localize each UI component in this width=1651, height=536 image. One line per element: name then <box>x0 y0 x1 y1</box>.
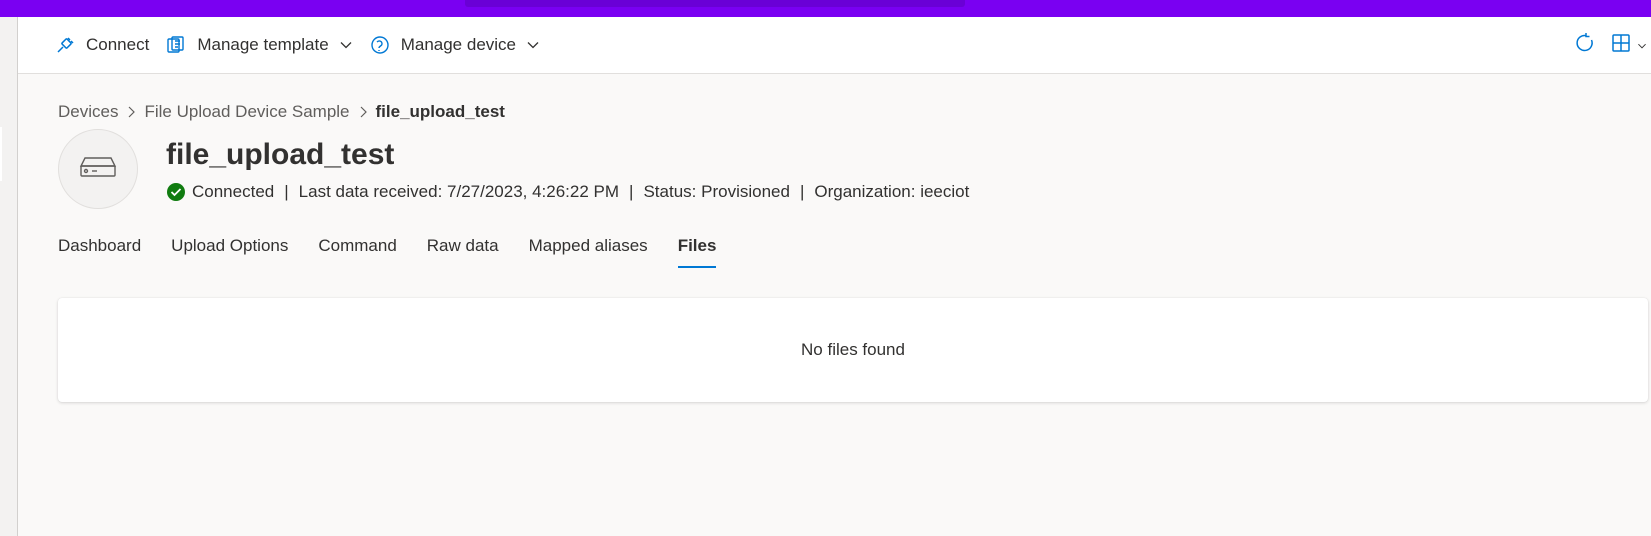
plug-icon <box>54 34 76 56</box>
template-icon <box>165 34 187 56</box>
device-icon <box>79 156 117 183</box>
manage-template-label: Manage template <box>197 35 329 54</box>
chevron-right-icon <box>358 105 368 119</box>
manage-device-button[interactable]: Manage device <box>361 27 548 63</box>
last-data-received: Last data received: 7/27/2023, 4:26:22 P… <box>298 182 620 201</box>
rail-selection-marker <box>0 127 2 181</box>
tab-upload-options[interactable]: Upload Options <box>171 226 288 266</box>
manage-template-button[interactable]: Manage template <box>157 27 360 63</box>
tab-raw-data[interactable]: Raw data <box>427 226 499 266</box>
separator: | <box>629 182 634 201</box>
separator: | <box>284 182 289 201</box>
breadcrumb-current: file_upload_test <box>375 102 505 121</box>
device-tabs: Dashboard Upload Options Command Raw dat… <box>58 226 746 268</box>
tab-mapped-aliases[interactable]: Mapped aliases <box>529 226 648 266</box>
page-title: file_upload_test <box>166 138 395 171</box>
chevron-down-icon <box>526 38 540 52</box>
refresh-icon <box>1574 32 1596 59</box>
organization: Organization: ieeciot <box>814 182 970 201</box>
check-circle-icon <box>166 182 186 202</box>
manage-device-label: Manage device <box>400 35 517 54</box>
refresh-button[interactable] <box>1563 28 1607 64</box>
command-bar-right <box>1563 17 1651 74</box>
top-bar-search-region[interactable] <box>465 0 965 7</box>
provisioning-status: Status: Provisioned <box>643 182 790 201</box>
tab-dashboard[interactable]: Dashboard <box>58 226 141 266</box>
files-panel: No files found <box>58 298 1648 402</box>
connect-label: Connect <box>86 35 150 54</box>
layout-button[interactable] <box>1607 28 1651 64</box>
tab-files[interactable]: Files <box>677 226 716 268</box>
top-accent-bar <box>0 0 1651 17</box>
separator: | <box>799 182 805 201</box>
breadcrumb: Devices File Upload Device Sample file_u… <box>58 102 505 122</box>
grid-layout-icon <box>1611 33 1631 58</box>
connection-status: Connected <box>192 182 275 201</box>
chevron-right-icon <box>126 105 136 119</box>
connect-button[interactable]: Connect <box>46 27 157 63</box>
chevron-down-icon <box>1637 41 1647 51</box>
main-content: Devices File Upload Device Sample file_u… <box>18 74 1651 536</box>
device-manage-icon <box>369 34 391 56</box>
chevron-down-icon <box>339 38 353 52</box>
command-bar: Connect Manage template Manage device <box>18 17 1651 74</box>
device-avatar <box>58 129 138 209</box>
left-navigation-rail <box>0 17 18 536</box>
device-status-line: Connected | Last data received: 7/27/202… <box>166 182 969 202</box>
breadcrumb-devices[interactable]: Devices <box>58 102 118 122</box>
tab-command[interactable]: Command <box>318 226 396 266</box>
breadcrumb-template[interactable]: File Upload Device Sample <box>144 102 349 122</box>
empty-state-message: No files found <box>801 340 905 359</box>
